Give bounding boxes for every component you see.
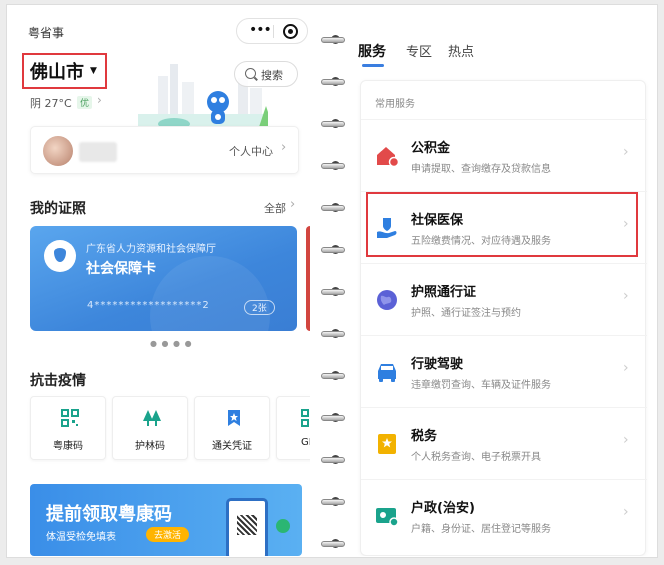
app-title: 粤省事 — [28, 26, 65, 40]
capsule-divider — [273, 25, 274, 38]
epidemic-item-health-code[interactable]: 粤康码 — [30, 396, 106, 460]
active-tab-indicator — [362, 64, 384, 67]
service-desc: 户籍、身份证、居住登记等服务 — [411, 524, 551, 535]
pass-badge-icon — [228, 410, 240, 426]
licenses-all-link[interactable]: 全部 — [264, 200, 286, 216]
tab-hot[interactable]: 热点 — [448, 41, 474, 60]
chevron-right-icon[interactable]: › — [290, 197, 295, 212]
epidemic-item-label: 通关凭证 — [212, 441, 252, 452]
id-card-icon — [376, 508, 399, 527]
binder-ring — [321, 286, 349, 298]
card-decoration — [150, 256, 270, 331]
binder-ring — [321, 538, 349, 550]
binder-ring — [321, 454, 349, 466]
service-tax[interactable]: 税务 个人税务查询、电子税票开具 › — [361, 407, 647, 479]
house-icon — [377, 147, 399, 168]
forest-tree-icon — [143, 410, 161, 426]
next-card-peek[interactable] — [306, 226, 310, 331]
miniprogram-capsule[interactable]: ••• — [236, 18, 308, 44]
activate-button[interactable]: 去激活 — [146, 527, 190, 542]
tax-icon — [378, 434, 396, 454]
chevron-right-icon: › — [623, 360, 629, 376]
service-desc: 申请提取、查询缴存及贷款信息 — [411, 164, 551, 175]
epidemic-item-label: 粤康码 — [53, 441, 83, 452]
binder-ring — [321, 160, 349, 172]
card-issuer: 广东省人力资源和社会保障厅 — [86, 244, 216, 255]
service-name: 税务 — [411, 429, 438, 444]
binder-rings — [321, 24, 349, 554]
social-insurance-highlight-box — [366, 192, 638, 257]
city-selector[interactable]: 佛山市 — [30, 58, 84, 84]
air-quality-badge: 优 — [77, 96, 93, 109]
chevron-right-icon[interactable]: › — [281, 140, 286, 155]
chevron-right-icon[interactable]: › — [97, 93, 102, 107]
banner-subtitle: 体温受检免填表 — [46, 532, 116, 543]
binder-ring — [321, 76, 349, 88]
binder-ring — [321, 328, 349, 340]
qr-code-icon — [301, 409, 309, 427]
common-services-panel: 常用服务 公积金 申请提取、查询缴存及贷款信息 › 社保医保 五险缴费情况、对应… — [360, 80, 647, 556]
service-name: 公积金 — [411, 141, 451, 156]
binder-ring — [321, 412, 349, 424]
search-label: 搜索 — [261, 69, 283, 82]
card-number: 4******************2 — [87, 300, 210, 311]
phone-qr-illustration — [226, 498, 268, 556]
epidemic-item-label: 护林码 — [135, 441, 165, 452]
epidemic-item-label: GI — [301, 437, 310, 448]
binder-ring — [321, 370, 349, 382]
banner-title: 提前领取粤康码 — [46, 504, 172, 525]
licenses-title: 我的证照 — [30, 201, 86, 217]
binder-ring — [321, 496, 349, 508]
binder-ring — [321, 202, 349, 214]
binder-ring — [321, 34, 349, 46]
personal-center-link[interactable]: 个人中心 — [229, 143, 273, 159]
search-icon — [245, 68, 256, 79]
close-target-icon[interactable] — [283, 24, 298, 39]
car-icon — [378, 364, 396, 382]
qr-code-icon — [61, 409, 79, 427]
more-icon[interactable]: ••• — [249, 22, 272, 38]
social-security-logo-icon — [44, 240, 76, 272]
card-count-badge: 2张 — [244, 300, 275, 315]
epidemic-item-partial[interactable]: GI — [276, 396, 310, 460]
service-name: 护照通行证 — [411, 285, 477, 300]
card-name: 社会保障卡 — [86, 261, 156, 277]
services-page: 服务 专区 热点 常用服务 公积金 申请提取、查询缴存及贷款信息 › 社保医保 … — [348, 8, 656, 556]
epidemic-title: 抗击疫情 — [30, 373, 86, 389]
home-page: 粤省事 ••• 佛山市 ▼ 阴 27°C 优 › 搜索 个人中心 › 我的证照 … — [10, 8, 310, 556]
social-security-card[interactable]: 广东省人力资源和社会保障厅 社会保障卡 4******************2… — [30, 226, 297, 331]
service-vehicle-driving[interactable]: 行驶驾驶 违章缴罚查询、车辆及证件服务 › — [361, 335, 647, 407]
service-household-registration[interactable]: 户政(治安) 户籍、身份证、居住登记等服务 › — [361, 479, 647, 551]
globe-icon — [377, 290, 397, 310]
chevron-right-icon: › — [623, 504, 629, 520]
weather-text: 阴 27°C — [30, 97, 72, 110]
health-code-banner[interactable]: 提前领取粤康码 体温受检免填表 去激活 — [30, 484, 302, 556]
chevron-right-icon: › — [623, 144, 629, 160]
tab-zones[interactable]: 专区 — [406, 41, 432, 60]
chevron-right-icon: › — [623, 288, 629, 304]
common-services-label: 常用服务 — [375, 99, 415, 110]
binder-ring — [321, 118, 349, 130]
epidemic-item-pass[interactable]: 通关凭证 — [194, 396, 270, 460]
service-desc: 护照、通行证签注与预约 — [411, 308, 521, 319]
service-housing-fund[interactable]: 公积金 申请提取、查询缴存及贷款信息 › — [361, 119, 647, 191]
search-button[interactable]: 搜索 — [234, 61, 298, 87]
tab-services[interactable]: 服务 — [358, 41, 386, 61]
epidemic-item-forest-code[interactable]: 护林码 — [112, 396, 188, 460]
service-desc: 违章缴罚查询、车辆及证件服务 — [411, 380, 551, 391]
blurred-username — [79, 142, 117, 162]
check-icon — [276, 519, 290, 533]
user-card[interactable]: 个人中心 › — [30, 126, 299, 174]
caret-down-icon[interactable]: ▼ — [90, 66, 97, 76]
service-passport[interactable]: 护照通行证 护照、通行证签注与预约 › — [361, 263, 647, 335]
chevron-right-icon: › — [623, 432, 629, 448]
service-name: 户政(治安) — [411, 501, 475, 516]
carousel-pager: ● ● ● ● — [150, 339, 193, 348]
avatar[interactable] — [43, 136, 73, 166]
binder-ring — [321, 244, 349, 256]
service-name: 行驶驾驶 — [411, 357, 464, 372]
service-desc: 个人税务查询、电子税票开具 — [411, 452, 541, 463]
